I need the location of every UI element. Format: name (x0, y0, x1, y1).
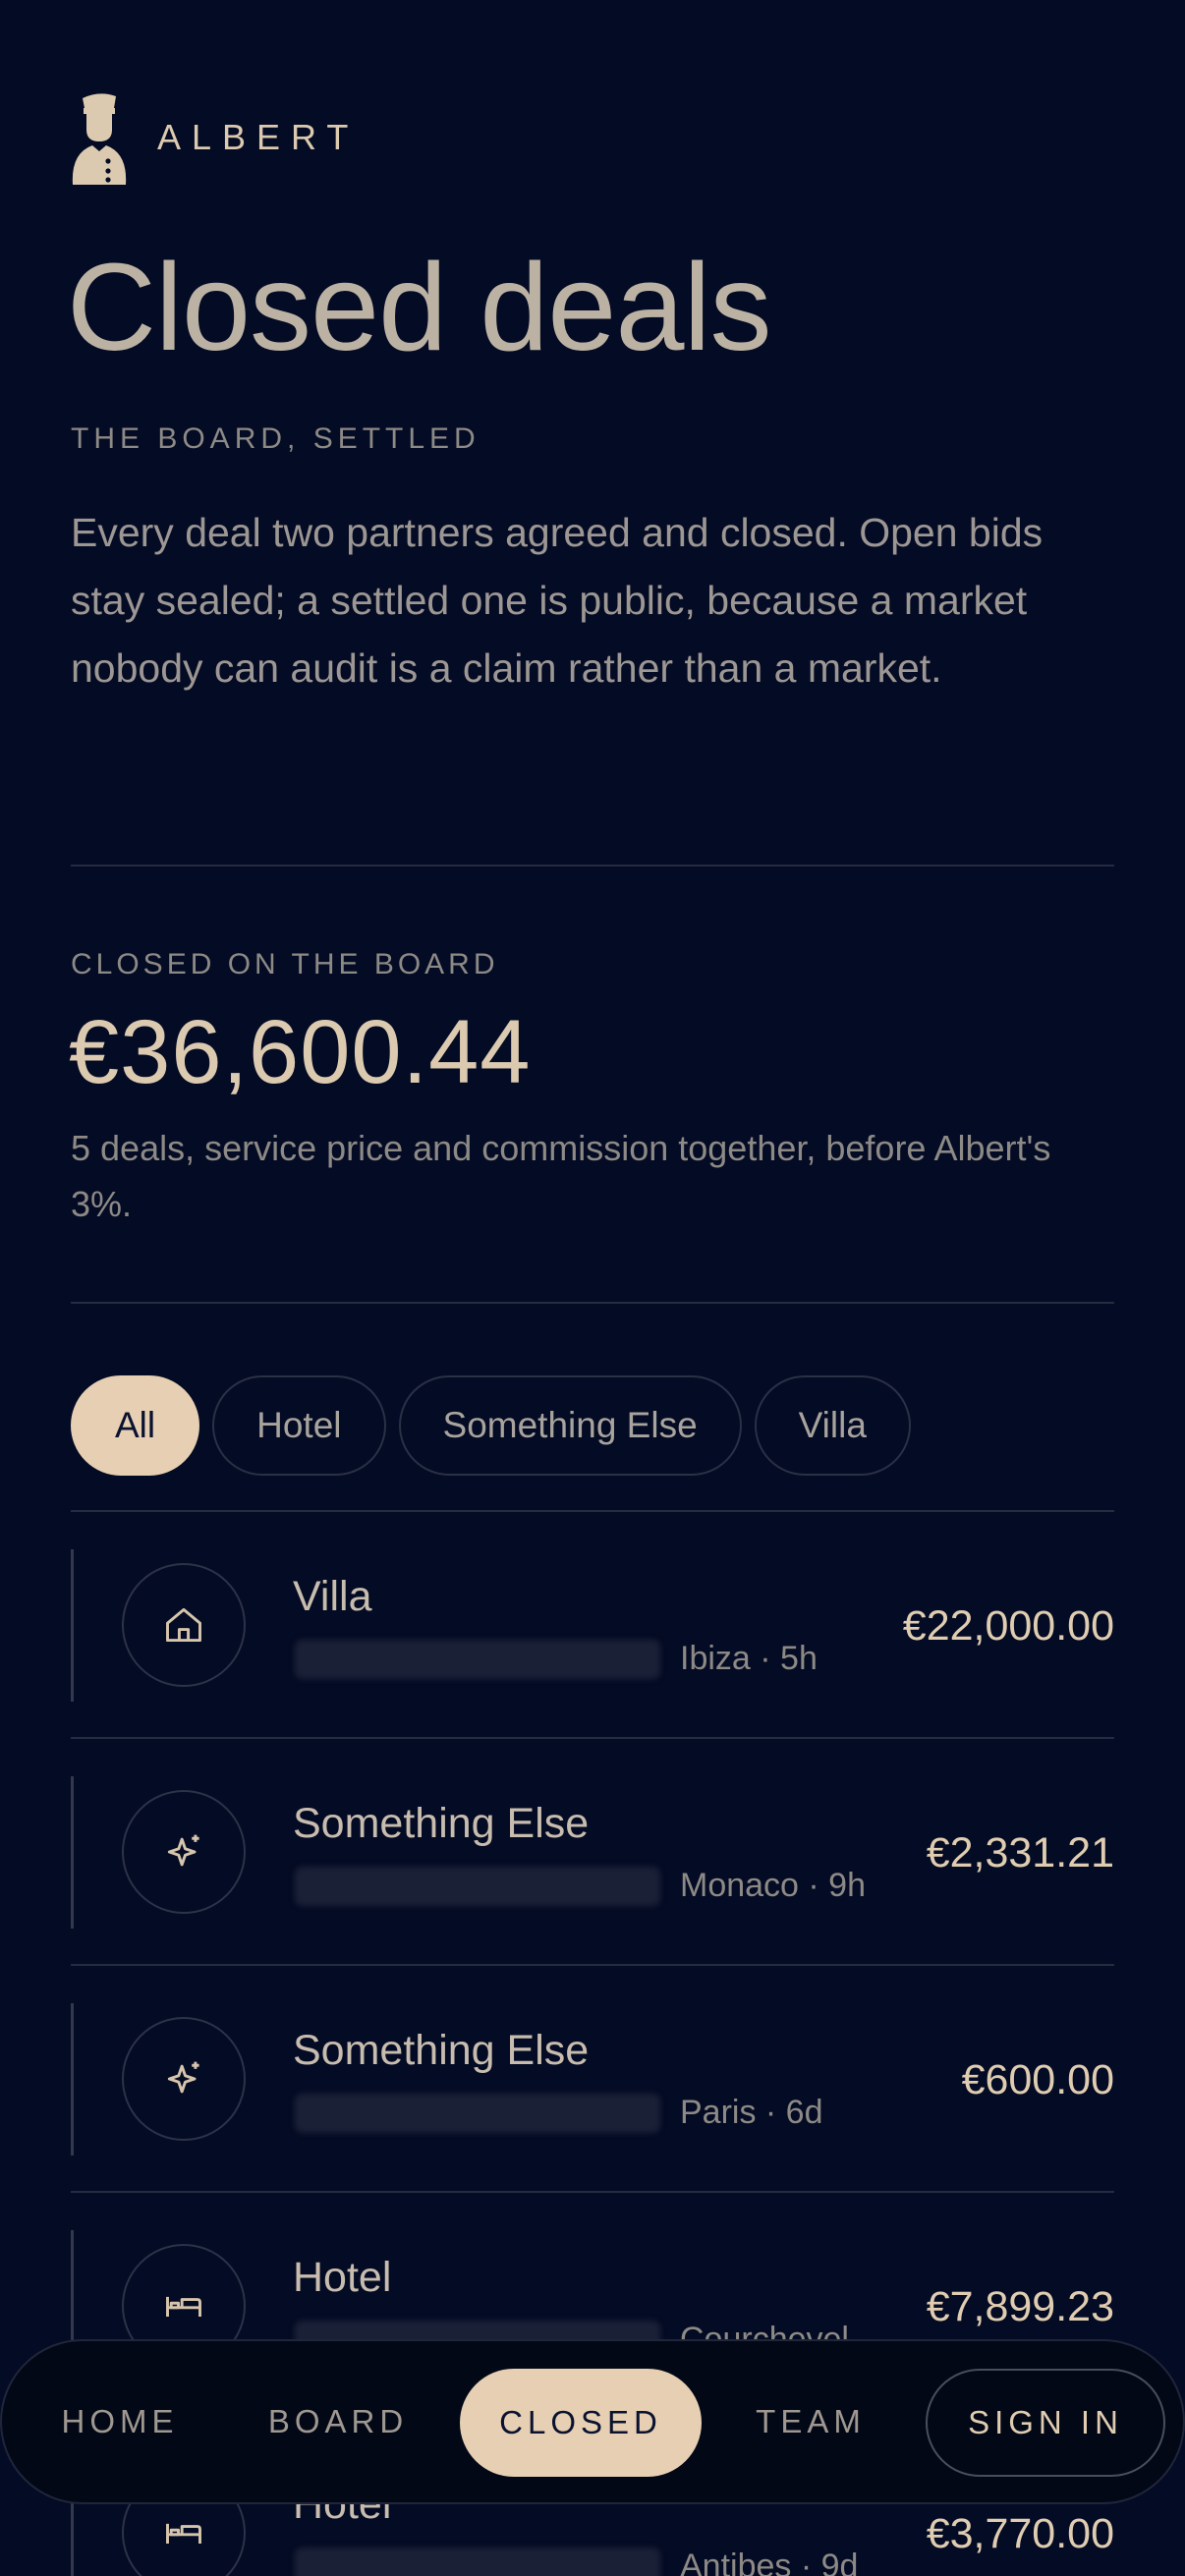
nav-board[interactable]: BOARD (242, 2341, 434, 2502)
deal-category: Something Else (293, 2027, 590, 2074)
redacted-parties (295, 2548, 660, 2576)
filter-all[interactable]: All (71, 1375, 200, 1476)
sign-in-button[interactable]: SIGN IN (926, 2369, 1165, 2477)
deal-location-age: Antibes · 9d (680, 2548, 859, 2576)
nav-team[interactable]: TEAM (727, 2341, 894, 2502)
sparkle-icon (122, 2017, 246, 2141)
brand[interactable]: ALBERT (71, 90, 359, 185)
total-label: CLOSED ON THE BOARD (71, 948, 499, 980)
row-accent (71, 2003, 74, 2156)
category-filters: All Hotel Something Else Villa (71, 1375, 911, 1476)
page-title: Closed deals (67, 238, 771, 376)
page-eyebrow: THE BOARD, SETTLED (71, 422, 480, 455)
deal-price: €22,000.00 (902, 1602, 1114, 1650)
deal-row[interactable]: Something Else Paris · 6d €600.00 (71, 1964, 1114, 2191)
deal-row[interactable]: Something Else Monaco · 9h €2,331.21 (71, 1737, 1114, 1964)
deal-category: Hotel (293, 2254, 392, 2301)
row-accent (71, 1549, 74, 1702)
redacted-parties (295, 1867, 660, 1906)
filter-hotel[interactable]: Hotel (212, 1375, 386, 1476)
deal-location-age: Monaco · 9h (680, 1867, 866, 1904)
house-icon (122, 1563, 246, 1687)
nav-closed[interactable]: CLOSED (460, 2369, 702, 2477)
divider (71, 1302, 1114, 1304)
nav-home[interactable]: HOME (24, 2341, 216, 2502)
deal-price: €2,331.21 (926, 1829, 1114, 1876)
bottom-nav: HOME BOARD CLOSED TEAM SIGN IN (0, 2339, 1185, 2504)
redacted-parties (295, 1640, 660, 1679)
total-value: €36,600.44 (69, 1002, 532, 1102)
total-note: 5 deals, service price and commission to… (71, 1128, 1051, 1224)
filter-villa[interactable]: Villa (754, 1375, 911, 1476)
deal-price: €3,770.00 (926, 2510, 1114, 2557)
row-accent (71, 1776, 74, 1929)
concierge-logo-icon (72, 93, 127, 185)
brand-name: ALBERT (157, 117, 360, 157)
deal-price: €600.00 (961, 2056, 1114, 2103)
deal-row[interactable]: Villa Ibiza · 5h €22,000.00 (71, 1510, 1114, 1737)
divider (71, 865, 1114, 867)
page-intro: Every deal two partners agreed and close… (71, 510, 1044, 691)
deal-category: Something Else (293, 1800, 590, 1847)
deal-location-age: Paris · 6d (680, 2094, 823, 2131)
deal-location-age: Ibiza · 5h (680, 1640, 818, 1677)
sparkle-icon (122, 1790, 246, 1914)
deal-price: €7,899.23 (926, 2283, 1114, 2330)
filter-something-else[interactable]: Something Else (398, 1375, 742, 1476)
redacted-parties (295, 2094, 660, 2133)
deal-category: Villa (293, 1573, 372, 1620)
